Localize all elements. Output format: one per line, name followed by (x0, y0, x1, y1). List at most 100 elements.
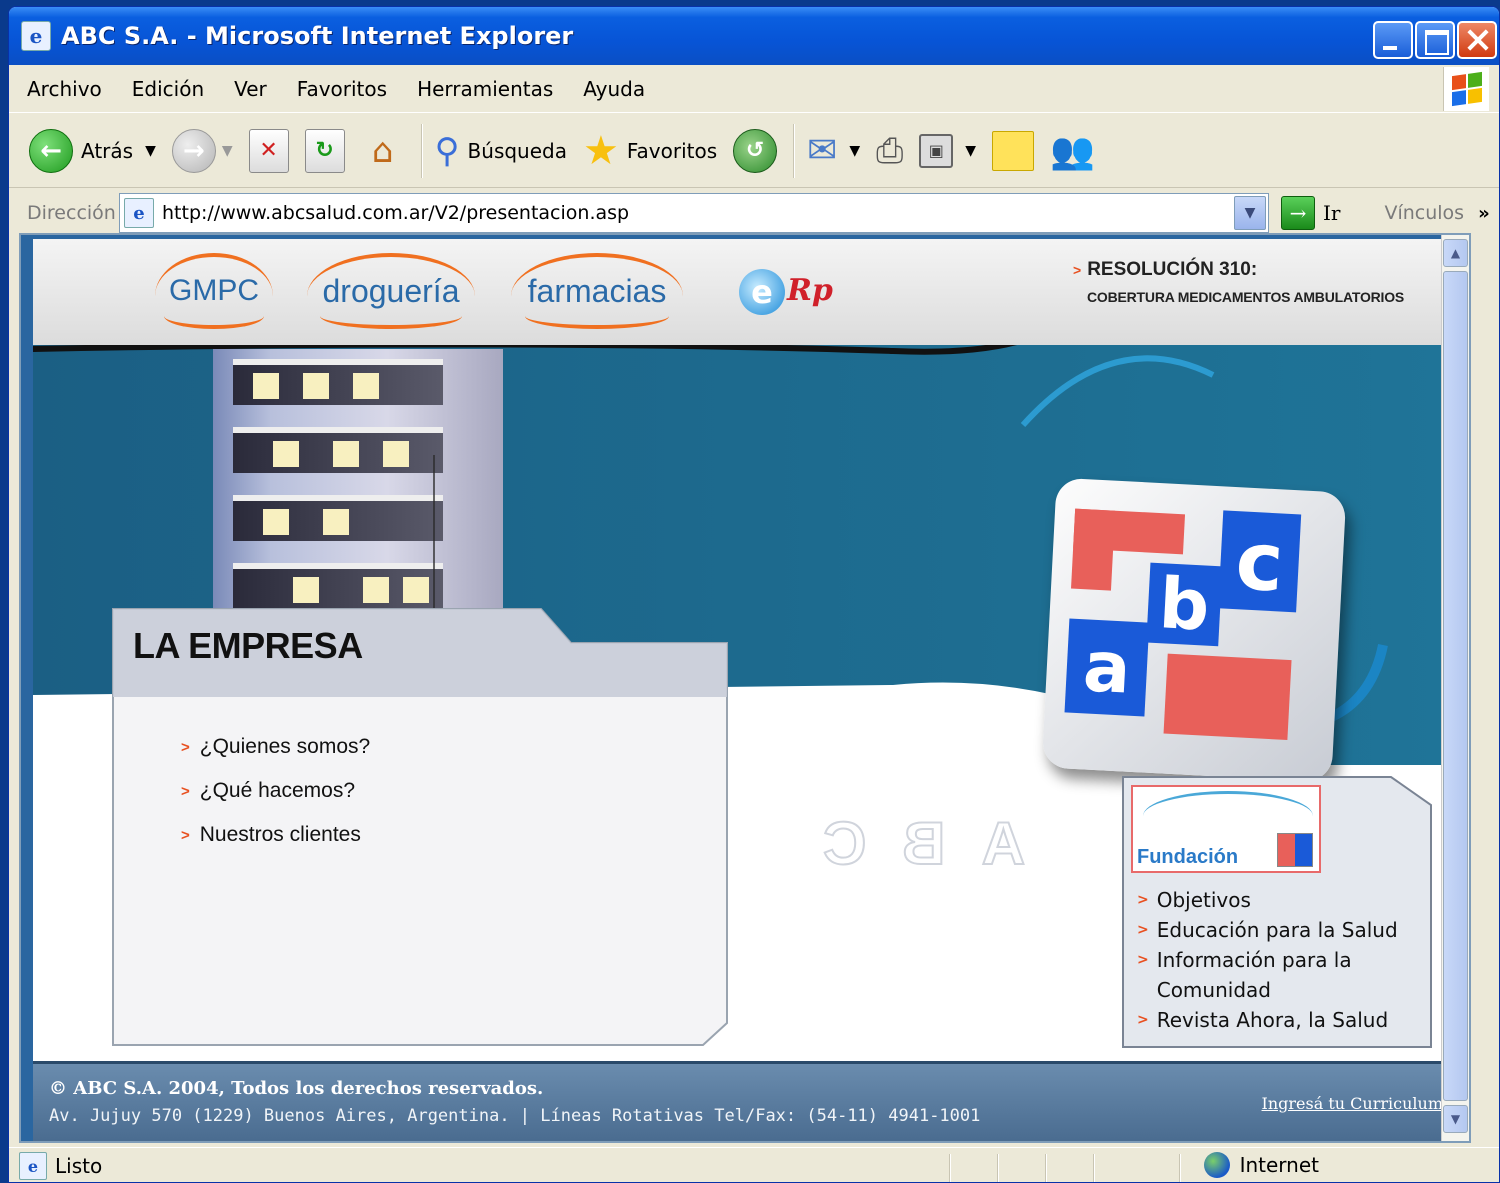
printer-icon: ⎙ (876, 130, 904, 171)
windows-flag-icon (1443, 67, 1489, 111)
address-bar: Dirección e http://www.abcsalud.com.ar/V… (9, 189, 1499, 237)
address-input[interactable]: e http://www.abcsalud.com.ar/V2/presenta… (119, 193, 1269, 233)
maximize-button[interactable] (1415, 21, 1455, 59)
link-label: ¿Qué hacemos? (199, 779, 356, 802)
go-arrow-icon: → (1281, 196, 1315, 230)
ie-page-icon: e (21, 21, 51, 51)
favorites-label: Favoritos (626, 138, 718, 163)
erp-logo-text: Rp (787, 273, 833, 308)
fundacion-panel: Fundación > Objetivos > Educación para la … (1121, 775, 1433, 1049)
status-bar: e Listo Internet (9, 1147, 1499, 1182)
search-button[interactable]: ⚲ Búsqueda (435, 131, 567, 171)
scroll-thumb[interactable] (1443, 271, 1468, 1101)
status-separator (949, 1154, 951, 1182)
vertical-scrollbar[interactable]: ▲ ▼ (1441, 235, 1469, 1141)
forward-button[interactable]: → ▼ (171, 128, 233, 173)
minimize-button[interactable] (1373, 21, 1413, 59)
address-url[interactable]: http://www.abcsalud.com.ar/V2/presentaci… (162, 202, 629, 224)
status-separator (1093, 1154, 1095, 1182)
menu-ver[interactable]: Ver (234, 77, 267, 101)
empresa-title: LA EMPRESA (133, 625, 363, 666)
refresh-icon: ↻ (304, 128, 345, 173)
stop-button[interactable]: ✕ (248, 128, 289, 173)
security-zone: Internet (1203, 1152, 1319, 1178)
arrow-icon: > (181, 826, 190, 844)
erp-link[interactable]: e Rp (729, 255, 839, 331)
toolbar-separator (420, 123, 423, 178)
farmacias-link[interactable]: farmacias (511, 253, 683, 329)
mail-button[interactable]: ✉ ▼ (807, 130, 860, 171)
favorites-button[interactable]: ★ Favoritos (583, 128, 717, 174)
mail-dropdown-icon[interactable]: ▼ (849, 143, 860, 159)
objetivos-link[interactable]: > Objetivos (1137, 885, 1427, 915)
menu-favoritos[interactable]: Favoritos (297, 77, 387, 101)
page-viewport: GMPC droguería farmacias e Rp > RESOLUCIÓ… (19, 233, 1471, 1143)
educacion-salud-link[interactable]: > Educación para la Salud (1137, 915, 1427, 945)
home-icon: ⌂ (371, 130, 394, 171)
scroll-up-icon[interactable]: ▲ (1443, 239, 1468, 267)
fundacion-logo-text: Fundación (1137, 846, 1239, 868)
menu-archivo[interactable]: Archivo (27, 77, 102, 101)
resolution-subtitle: COBERTURA MEDICAMENTOS AMBULATORIOS (1087, 289, 1405, 305)
go-button[interactable]: → Ir (1281, 196, 1340, 230)
arrow-icon: > (181, 738, 190, 756)
links-button[interactable]: Vínculos (1384, 202, 1464, 224)
close-button[interactable] (1457, 21, 1497, 59)
drogueria-link[interactable]: droguería (307, 253, 475, 329)
ghost-letter: C (822, 809, 867, 878)
back-dropdown-icon[interactable]: ▼ (145, 143, 156, 159)
forward-arrow-icon: → (171, 128, 216, 173)
page-icon: e (124, 198, 154, 228)
star-icon: ★ (583, 127, 619, 174)
nuestros-clientes-link[interactable]: > Nuestros clientes (181, 813, 370, 857)
link-label: ¿Quienes somos? (199, 735, 371, 758)
globe-icon (1203, 1152, 1230, 1178)
fundacion-logo[interactable]: Fundación (1131, 785, 1321, 873)
fundacion-link-list: > Objetivos > Educación para la Salud > Inf… (1137, 885, 1427, 1035)
messenger-button[interactable]: 👥 (1050, 130, 1095, 172)
scroll-down-icon[interactable]: ▼ (1443, 1105, 1468, 1133)
resolution-link[interactable]: > RESOLUCIÓN 310: COBERTURA MEDICAMENTOS … (1073, 259, 1404, 305)
address-dropdown-icon[interactable]: ▼ (1234, 196, 1266, 230)
back-arrow-icon: ← (29, 128, 73, 173)
site-footer: © ABC S.A. 2004, Todos los derechos rese… (33, 1061, 1463, 1141)
empresa-panel: LA EMPRESA > ¿Quienes somos? > ¿Qué hacemo… (111, 607, 729, 1047)
menu-edicion[interactable]: Edición (132, 77, 204, 101)
footer-address: Av. Jujuy 570 (1229) Buenos Aires, Argen… (49, 1106, 981, 1126)
history-button[interactable]: ↺ (733, 128, 778, 173)
informacion-comunidad-link[interactable]: > Información para la Comunidad (1137, 945, 1427, 1005)
stop-icon: ✕ (248, 128, 289, 173)
link-label: Revista Ahora, la Salud (1156, 1008, 1389, 1032)
menu-ayuda[interactable]: Ayuda (583, 77, 645, 101)
revista-ahora-link[interactable]: > Revista Ahora, la Salud (1137, 1005, 1427, 1035)
arrow-icon: > (181, 782, 190, 800)
status-separator (1179, 1154, 1181, 1182)
print-button[interactable]: ⎙ (876, 131, 903, 171)
abc-logo-icon: c b a (1041, 477, 1347, 783)
arrow-icon: > (1137, 1012, 1149, 1028)
empresa-link-list: > ¿Quienes somos? > ¿Qué hacemos? > Nuestro… (181, 725, 370, 857)
menu-herramientas[interactable]: Herramientas (417, 77, 553, 101)
mail-icon: ✉ (807, 130, 838, 171)
messenger-icon: 👥 (1050, 130, 1095, 172)
curriculum-link[interactable]: Ingresá tu Curriculum (1262, 1094, 1443, 1113)
title-bar: e ABC S.A. - Microsoft Internet Explorer (9, 7, 1499, 65)
menu-bar: Archivo Edición Ver Favoritos Herramient… (9, 65, 1499, 113)
edit-dropdown-icon[interactable]: ▼ (965, 143, 976, 159)
back-button[interactable]: ← Atrás ▼ (29, 128, 156, 173)
resolution-title-text: RESOLUCIÓN 310: (1087, 259, 1258, 280)
home-button[interactable]: ⌂ (361, 129, 405, 173)
forward-dropdown-icon[interactable]: ▼ (222, 143, 233, 159)
edit-button[interactable]: ▣ ▼ (919, 133, 976, 168)
discuss-button[interactable] (992, 130, 1035, 171)
gmpc-link[interactable]: GMPC (155, 253, 273, 329)
chevron-right-icon[interactable]: » (1478, 203, 1490, 224)
status-separator (997, 1154, 999, 1182)
go-label: Ir (1323, 201, 1341, 225)
arrow-icon: > (1137, 892, 1149, 908)
que-hacemos-link[interactable]: > ¿Qué hacemos? (181, 769, 370, 813)
resolution-title: > RESOLUCIÓN 310: (1073, 259, 1404, 281)
refresh-button[interactable]: ↻ (304, 128, 345, 173)
site-header: GMPC droguería farmacias e Rp > RESOLUCIÓ… (33, 239, 1463, 345)
quienes-somos-link[interactable]: > ¿Quienes somos? (181, 725, 370, 769)
